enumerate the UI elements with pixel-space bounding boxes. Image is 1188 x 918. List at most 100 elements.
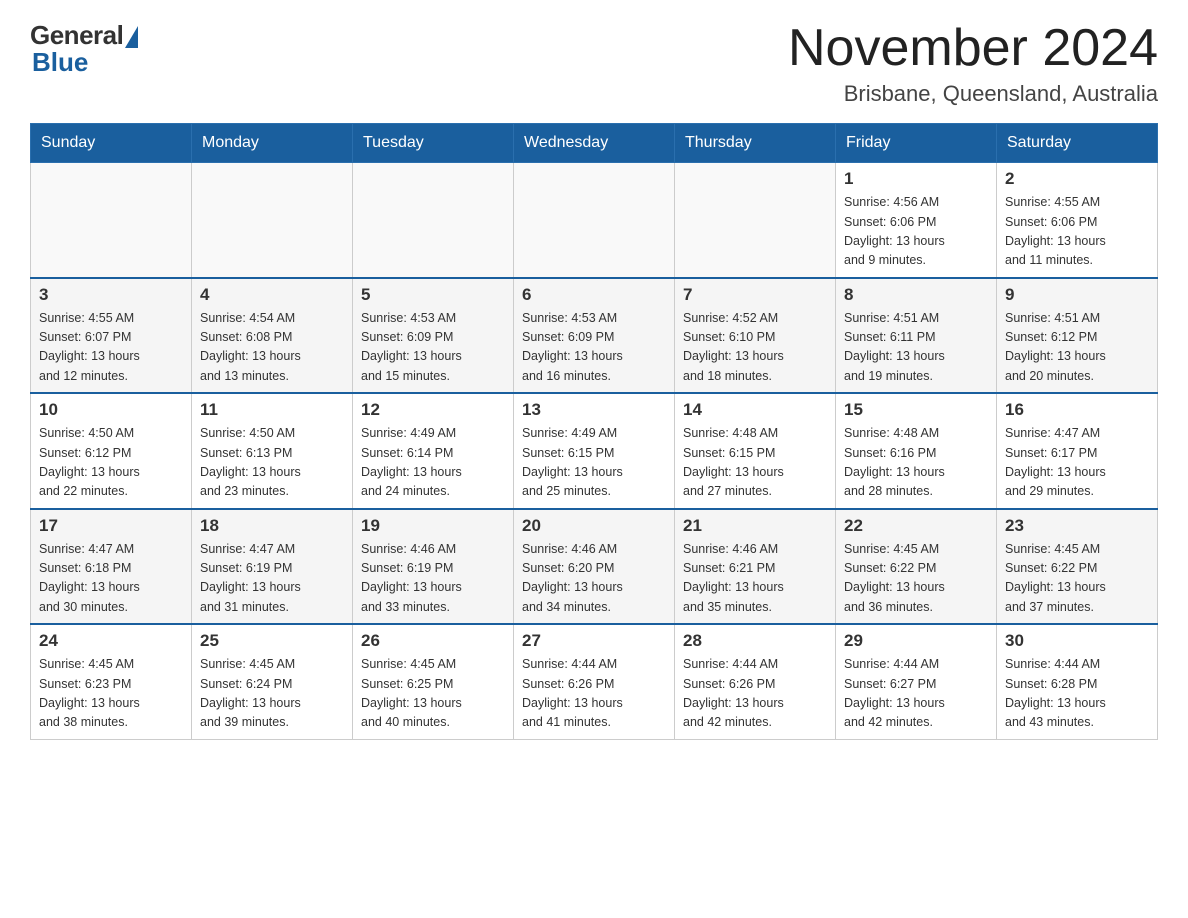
day-number: 6 xyxy=(522,285,666,305)
day-number: 7 xyxy=(683,285,827,305)
day-number: 17 xyxy=(39,516,183,536)
col-header-wednesday: Wednesday xyxy=(514,124,675,163)
day-info: Sunrise: 4:54 AM Sunset: 6:08 PM Dayligh… xyxy=(200,309,344,387)
day-info: Sunrise: 4:48 AM Sunset: 6:15 PM Dayligh… xyxy=(683,424,827,502)
day-info: Sunrise: 4:44 AM Sunset: 6:28 PM Dayligh… xyxy=(1005,655,1149,733)
day-info: Sunrise: 4:45 AM Sunset: 6:24 PM Dayligh… xyxy=(200,655,344,733)
logo-triangle-icon xyxy=(125,26,138,48)
day-info: Sunrise: 4:45 AM Sunset: 6:22 PM Dayligh… xyxy=(1005,540,1149,618)
calendar-cell: 18 Sunrise: 4:47 AM Sunset: 6:19 PM Dayli… xyxy=(192,509,353,625)
day-info: Sunrise: 4:47 AM Sunset: 6:17 PM Dayligh… xyxy=(1005,424,1149,502)
title-area: November 2024 Brisbane, Queensland, Aust… xyxy=(788,20,1158,107)
day-number: 11 xyxy=(200,400,344,420)
col-header-thursday: Thursday xyxy=(675,124,836,163)
calendar-cell: 17 Sunrise: 4:47 AM Sunset: 6:18 PM Dayli… xyxy=(31,509,192,625)
calendar-cell: 13Sunrise: 4:49 AM Sunset: 6:15 PM Dayli… xyxy=(514,393,675,509)
day-info: Sunrise: 4:45 AM Sunset: 6:25 PM Dayligh… xyxy=(361,655,505,733)
day-number: 10 xyxy=(39,400,183,420)
calendar-cell: 14 Sunrise: 4:48 AM Sunset: 6:15 PM Dayli… xyxy=(675,393,836,509)
day-number: 29 xyxy=(844,631,988,651)
calendar-cell: 1 Sunrise: 4:56 AM Sunset: 6:06 PM Daylig… xyxy=(836,163,997,278)
calendar-cell: 28 Sunrise: 4:44 AM Sunset: 6:26 PM Dayli… xyxy=(675,624,836,739)
calendar-cell: 25 Sunrise: 4:45 AM Sunset: 6:24 PM Dayli… xyxy=(192,624,353,739)
day-number: 27 xyxy=(522,631,666,651)
day-info: Sunrise: 4:53 AM Sunset: 6:09 PM Dayligh… xyxy=(522,309,666,387)
calendar-cell: 23 Sunrise: 4:45 AM Sunset: 6:22 PM Dayli… xyxy=(997,509,1158,625)
day-info: Sunrise: 4:50 AM Sunset: 6:12 PM Dayligh… xyxy=(39,424,183,502)
calendar-cell: 20Sunrise: 4:46 AM Sunset: 6:20 PM Dayli… xyxy=(514,509,675,625)
day-number: 24 xyxy=(39,631,183,651)
calendar-cell: 2 Sunrise: 4:55 AM Sunset: 6:06 PM Daylig… xyxy=(997,163,1158,278)
col-header-tuesday: Tuesday xyxy=(353,124,514,163)
day-number: 4 xyxy=(200,285,344,305)
day-info: Sunrise: 4:55 AM Sunset: 6:06 PM Dayligh… xyxy=(1005,193,1149,271)
calendar-week-row: 10 Sunrise: 4:50 AM Sunset: 6:12 PM Dayli… xyxy=(31,393,1158,509)
day-info: Sunrise: 4:56 AM Sunset: 6:06 PM Dayligh… xyxy=(844,193,988,271)
day-info: Sunrise: 4:44 AM Sunset: 6:26 PM Dayligh… xyxy=(522,655,666,733)
calendar-table: SundayMondayTuesdayWednesdayThursdayFrid… xyxy=(30,123,1158,740)
day-info: Sunrise: 4:47 AM Sunset: 6:18 PM Dayligh… xyxy=(39,540,183,618)
calendar-cell: 29 Sunrise: 4:44 AM Sunset: 6:27 PM Dayli… xyxy=(836,624,997,739)
day-info: Sunrise: 4:46 AM Sunset: 6:21 PM Dayligh… xyxy=(683,540,827,618)
logo-blue-text: Blue xyxy=(32,47,88,78)
day-info: Sunrise: 4:45 AM Sunset: 6:22 PM Dayligh… xyxy=(844,540,988,618)
day-number: 2 xyxy=(1005,169,1149,189)
col-header-monday: Monday xyxy=(192,124,353,163)
calendar-cell: 6 Sunrise: 4:53 AM Sunset: 6:09 PM Daylig… xyxy=(514,278,675,394)
day-number: 16 xyxy=(1005,400,1149,420)
day-info: Sunrise: 4:51 AM Sunset: 6:12 PM Dayligh… xyxy=(1005,309,1149,387)
day-number: 14 xyxy=(683,400,827,420)
day-number: 30 xyxy=(1005,631,1149,651)
calendar-cell: 11 Sunrise: 4:50 AM Sunset: 6:13 PM Dayli… xyxy=(192,393,353,509)
day-info: Sunrise: 4:55 AM Sunset: 6:07 PM Dayligh… xyxy=(39,309,183,387)
day-number: 13 xyxy=(522,400,666,420)
day-number: 25 xyxy=(200,631,344,651)
calendar-cell xyxy=(192,163,353,278)
day-number: 3 xyxy=(39,285,183,305)
day-number: 5 xyxy=(361,285,505,305)
day-number: 28 xyxy=(683,631,827,651)
calendar-cell: 26 Sunrise: 4:45 AM Sunset: 6:25 PM Dayli… xyxy=(353,624,514,739)
calendar-cell: 10 Sunrise: 4:50 AM Sunset: 6:12 PM Dayli… xyxy=(31,393,192,509)
day-number: 1 xyxy=(844,169,988,189)
calendar-cell: 8 Sunrise: 4:51 AM Sunset: 6:11 PM Daylig… xyxy=(836,278,997,394)
day-number: 8 xyxy=(844,285,988,305)
calendar-week-row: 24Sunrise: 4:45 AM Sunset: 6:23 PM Dayli… xyxy=(31,624,1158,739)
day-number: 22 xyxy=(844,516,988,536)
day-info: Sunrise: 4:47 AM Sunset: 6:19 PM Dayligh… xyxy=(200,540,344,618)
day-number: 18 xyxy=(200,516,344,536)
calendar-cell: 12 Sunrise: 4:49 AM Sunset: 6:14 PM Dayli… xyxy=(353,393,514,509)
calendar-cell: 4 Sunrise: 4:54 AM Sunset: 6:08 PM Daylig… xyxy=(192,278,353,394)
col-header-friday: Friday xyxy=(836,124,997,163)
location-title: Brisbane, Queensland, Australia xyxy=(788,81,1158,107)
day-number: 19 xyxy=(361,516,505,536)
day-info: Sunrise: 4:46 AM Sunset: 6:20 PM Dayligh… xyxy=(522,540,666,618)
calendar-cell: 24Sunrise: 4:45 AM Sunset: 6:23 PM Dayli… xyxy=(31,624,192,739)
day-number: 12 xyxy=(361,400,505,420)
day-number: 15 xyxy=(844,400,988,420)
day-info: Sunrise: 4:52 AM Sunset: 6:10 PM Dayligh… xyxy=(683,309,827,387)
logo: General Blue xyxy=(30,20,138,78)
day-info: Sunrise: 4:49 AM Sunset: 6:14 PM Dayligh… xyxy=(361,424,505,502)
calendar-week-row: 1 Sunrise: 4:56 AM Sunset: 6:06 PM Daylig… xyxy=(31,163,1158,278)
calendar-cell: 15 Sunrise: 4:48 AM Sunset: 6:16 PM Dayli… xyxy=(836,393,997,509)
calendar-cell: 22 Sunrise: 4:45 AM Sunset: 6:22 PM Dayli… xyxy=(836,509,997,625)
day-info: Sunrise: 4:51 AM Sunset: 6:11 PM Dayligh… xyxy=(844,309,988,387)
day-number: 21 xyxy=(683,516,827,536)
day-number: 26 xyxy=(361,631,505,651)
day-info: Sunrise: 4:50 AM Sunset: 6:13 PM Dayligh… xyxy=(200,424,344,502)
calendar-cell: 21 Sunrise: 4:46 AM Sunset: 6:21 PM Dayli… xyxy=(675,509,836,625)
calendar-cell xyxy=(514,163,675,278)
calendar-cell: 30 Sunrise: 4:44 AM Sunset: 6:28 PM Dayli… xyxy=(997,624,1158,739)
day-number: 23 xyxy=(1005,516,1149,536)
day-info: Sunrise: 4:44 AM Sunset: 6:27 PM Dayligh… xyxy=(844,655,988,733)
calendar-header-row: SundayMondayTuesdayWednesdayThursdayFrid… xyxy=(31,124,1158,163)
col-header-saturday: Saturday xyxy=(997,124,1158,163)
month-title: November 2024 xyxy=(788,20,1158,77)
calendar-cell xyxy=(353,163,514,278)
day-info: Sunrise: 4:44 AM Sunset: 6:26 PM Dayligh… xyxy=(683,655,827,733)
calendar-cell: 19Sunrise: 4:46 AM Sunset: 6:19 PM Dayli… xyxy=(353,509,514,625)
day-info: Sunrise: 4:48 AM Sunset: 6:16 PM Dayligh… xyxy=(844,424,988,502)
col-header-sunday: Sunday xyxy=(31,124,192,163)
calendar-cell xyxy=(31,163,192,278)
